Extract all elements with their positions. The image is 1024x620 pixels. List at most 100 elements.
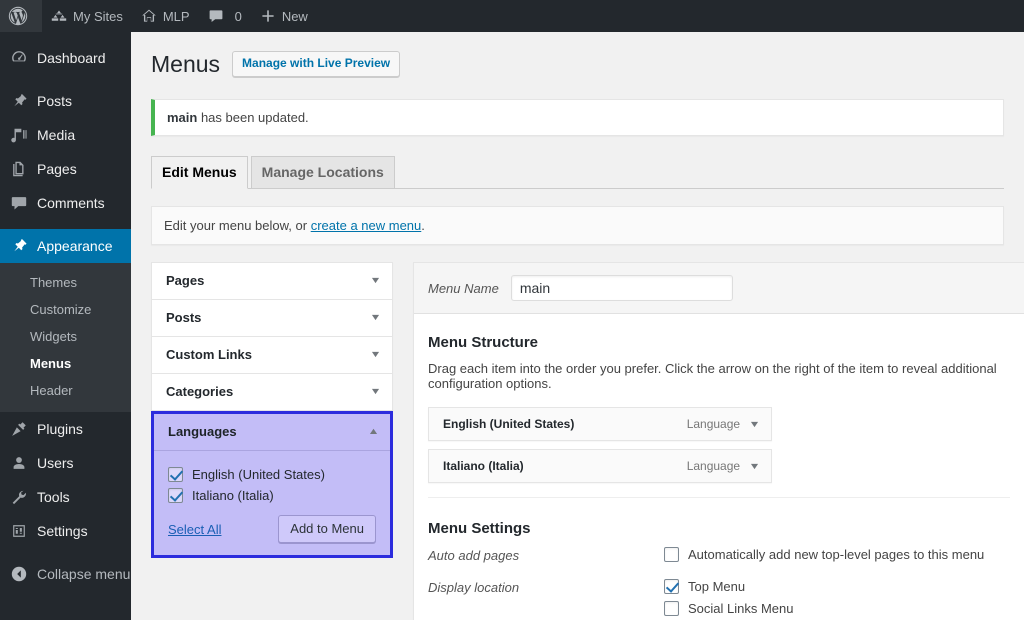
main-content-area: Menus Manage with Live Preview main has … <box>131 32 1024 620</box>
intro-prefix-text: Edit your menu below, or <box>164 218 311 233</box>
chevron-down-icon[interactable]: ▼ <box>370 276 382 285</box>
tab-edit-menus[interactable]: Edit Menus <box>151 156 248 189</box>
page-header: Menus Manage with Live Preview <box>151 32 1024 87</box>
tab-manage-locations[interactable]: Manage Locations <box>250 156 395 188</box>
comments-icon <box>9 193 29 213</box>
accordion-head-categories[interactable]: Categories ▼ <box>152 374 392 410</box>
menu-settings-block: Menu Settings Auto add pages Automatical… <box>428 498 1010 620</box>
select-all-link[interactable]: Select All <box>168 522 221 537</box>
checkbox-row-social-links-menu[interactable]: Social Links Menu <box>664 601 1010 616</box>
notice-menu-name: main <box>167 110 198 125</box>
sidebar-item-settings[interactable]: Settings <box>0 514 131 548</box>
checkbox-row-auto-add-pages[interactable]: Automatically add new top-level pages to… <box>664 547 1010 562</box>
sidebar-subitem-themes[interactable]: Themes <box>0 269 131 296</box>
sidebar-subitem-widgets[interactable]: Widgets <box>0 323 131 350</box>
sidebar-item-tools[interactable]: Tools <box>0 480 131 514</box>
chevron-down-icon[interactable]: ▼ <box>370 313 382 322</box>
pin-icon <box>9 91 29 111</box>
language-label-english: English (United States) <box>192 467 325 482</box>
sidebar-label-posts: Posts <box>37 93 73 109</box>
add-menu-items-column: Pages ▼ Posts ▼ Custom Links ▼ Categorie… <box>151 262 393 558</box>
plugins-plug-icon <box>9 419 29 439</box>
auto-add-pages-checkbox[interactable] <box>664 547 679 562</box>
menu-item-title-english: English (United States) <box>443 417 575 431</box>
sidebar-item-pages[interactable]: Pages <box>0 152 131 186</box>
chevron-down-icon[interactable]: ▼ <box>370 387 382 396</box>
accordion-section-pages[interactable]: Pages ▼ <box>152 263 392 300</box>
admin-bar-item-site-name[interactable]: MLP <box>132 0 199 32</box>
accordion-head-posts[interactable]: Posts ▼ <box>152 300 392 336</box>
sidebar-label-appearance: Appearance <box>37 238 113 254</box>
languages-panel-body: English (United States) Italiano (Italia… <box>154 451 390 555</box>
language-checkbox-italiano[interactable] <box>168 488 183 503</box>
chevron-up-icon[interactable]: ▲ <box>368 427 380 436</box>
accordion-section-categories[interactable]: Categories ▼ <box>152 374 392 410</box>
menu-name-label: Menu Name <box>428 280 499 296</box>
sidebar-item-posts[interactable]: Posts <box>0 84 131 118</box>
chevron-down-icon[interactable]: ▼ <box>749 419 761 429</box>
sidebar-item-appearance[interactable]: Appearance <box>0 229 139 263</box>
language-option-row[interactable]: Italiano (Italia) <box>168 488 376 503</box>
language-option-row[interactable]: English (United States) <box>168 467 376 482</box>
accordion-section-posts[interactable]: Posts ▼ <box>152 300 392 337</box>
users-icon <box>9 453 29 473</box>
accordion-head-languages[interactable]: Languages ▲ <box>154 414 390 451</box>
checkbox-row-top-menu[interactable]: Top Menu <box>664 579 1010 594</box>
languages-panel-actions: Select All Add to Menu <box>168 515 376 543</box>
add-to-menu-button[interactable]: Add to Menu <box>278 515 376 543</box>
plus-icon <box>260 8 276 24</box>
social-links-menu-checkbox[interactable] <box>664 601 679 616</box>
sidebar-item-users[interactable]: Users <box>0 446 131 480</box>
sidebar-label-pages: Pages <box>37 161 77 177</box>
create-a-new-menu-link[interactable]: create a new menu <box>311 218 422 233</box>
sidebar-item-dashboard[interactable]: Dashboard <box>0 41 131 75</box>
sidebar-spacer-top <box>0 32 131 41</box>
accordion-head-pages[interactable]: Pages ▼ <box>152 263 392 299</box>
menu-item-row[interactable]: English (United States) Language ▼ <box>428 407 772 441</box>
chevron-down-icon[interactable]: ▼ <box>749 461 761 471</box>
menu-name-input[interactable] <box>510 275 733 301</box>
sidebar-submenu-appearance: Themes Customize Widgets Menus Header <box>0 263 131 412</box>
accordion-section-languages[interactable]: Languages ▲ English (United States) Ital… <box>151 411 393 558</box>
top-menu-checkbox[interactable] <box>664 579 679 594</box>
sidebar-label-comments: Comments <box>37 195 105 211</box>
sites-network-icon <box>51 8 67 24</box>
sidebar-subitem-header[interactable]: Header <box>0 377 131 404</box>
setting-row-display-location: Display location Top Menu Social Links M… <box>428 579 1010 620</box>
update-notice: main has been updated. <box>151 99 1004 136</box>
admin-bar-item-my-sites[interactable]: My Sites <box>42 0 132 32</box>
admin-bar-comment-count: 0 <box>234 8 242 24</box>
page-wrap: Menus Manage with Live Preview main has … <box>131 32 1024 620</box>
manage-with-live-preview-button[interactable]: Manage with Live Preview <box>232 51 401 77</box>
settings-sliders-icon <box>9 521 29 541</box>
language-checkbox-english[interactable] <box>168 467 183 482</box>
menu-item-row[interactable]: Italiano (Italia) Language ▼ <box>428 449 772 483</box>
accordion-label-posts: Posts <box>166 310 202 325</box>
admin-bar-item-new[interactable]: New <box>251 0 317 32</box>
admin-bar-item-comments[interactable]: 0 <box>199 0 251 32</box>
menu-editor-body: Menu Structure Drag each item into the o… <box>414 314 1024 620</box>
accordion-head-custom-links[interactable]: Custom Links ▼ <box>152 337 392 373</box>
sidebar-subitem-customize[interactable]: Customize <box>0 296 131 323</box>
chevron-down-icon[interactable]: ▼ <box>370 350 382 359</box>
admin-sidebar-menu: Dashboard Posts Media Pages Comments App… <box>0 32 139 620</box>
sidebar-label-plugins: Plugins <box>37 421 83 437</box>
sidebar-item-comments[interactable]: Comments <box>0 186 131 220</box>
sidebar-item-plugins[interactable]: Plugins <box>0 412 131 446</box>
sidebar-label-tools: Tools <box>37 489 70 505</box>
sidebar-item-collapse-menu[interactable]: Collapse menu <box>0 557 131 591</box>
admin-bar-label-new: New <box>281 8 308 24</box>
setting-label-auto-add-pages: Auto add pages <box>428 548 520 563</box>
sidebar-item-media[interactable]: Media <box>0 118 131 152</box>
drag-hint-text: Drag each item into the order you prefer… <box>428 361 997 391</box>
accordion-section-custom-links[interactable]: Custom Links ▼ <box>152 337 392 374</box>
wordpress-logo-icon[interactable] <box>0 0 42 32</box>
accordion-label-pages: Pages <box>166 273 205 288</box>
sidebar-subitem-menus[interactable]: Menus <box>0 350 131 377</box>
social-links-menu-label: Social Links Menu <box>688 601 794 616</box>
comment-bubble-icon <box>208 8 224 24</box>
setting-controls-auto-add-pages: Automatically add new top-level pages to… <box>664 547 1010 569</box>
sidebar-label-users: Users <box>37 455 74 471</box>
accordion-label-languages: Languages <box>168 424 237 439</box>
